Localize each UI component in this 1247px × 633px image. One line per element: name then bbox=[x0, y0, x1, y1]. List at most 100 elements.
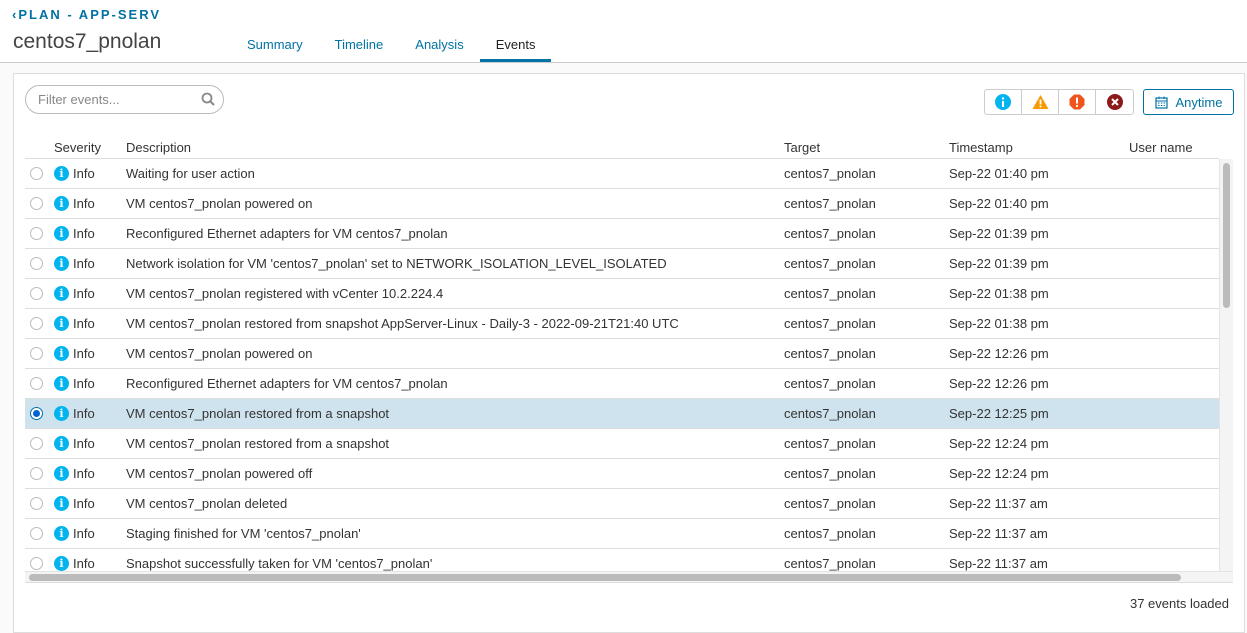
target-cell: centos7_pnolan bbox=[784, 496, 876, 511]
target-cell: centos7_pnolan bbox=[784, 436, 876, 451]
table-row[interactable]: i Info VM centos7_pnolan powered off cen… bbox=[25, 459, 1219, 489]
table-row[interactable]: i Info VM centos7_pnolan deleted centos7… bbox=[25, 489, 1219, 519]
table-row[interactable]: i Info Network isolation for VM 'centos7… bbox=[25, 249, 1219, 279]
filter-error-button[interactable] bbox=[1059, 90, 1096, 114]
column-severity[interactable]: Severity bbox=[54, 140, 101, 155]
filter-events-input[interactable] bbox=[38, 92, 198, 107]
info-icon: i bbox=[54, 436, 69, 451]
timestamp-cell: Sep-22 11:37 am bbox=[949, 526, 1048, 541]
severity-cell: Info bbox=[73, 226, 95, 241]
timestamp-cell: Sep-22 01:40 pm bbox=[949, 196, 1049, 211]
row-radio[interactable] bbox=[30, 197, 43, 210]
column-target[interactable]: Target bbox=[784, 140, 820, 155]
severity-cell: Info bbox=[73, 346, 95, 361]
target-cell: centos7_pnolan bbox=[784, 466, 876, 481]
severity-cell: Info bbox=[73, 526, 95, 541]
column-user-name[interactable]: User name bbox=[1129, 140, 1193, 155]
target-cell: centos7_pnolan bbox=[784, 316, 876, 331]
filter-warning-button[interactable] bbox=[1022, 90, 1059, 114]
critical-icon bbox=[1106, 94, 1123, 110]
table-row[interactable]: i Info VM centos7_pnolan restored from a… bbox=[25, 399, 1219, 429]
column-description[interactable]: Description bbox=[126, 140, 191, 155]
info-icon: i bbox=[54, 316, 69, 331]
info-icon: i bbox=[54, 466, 69, 481]
severity-cell: Info bbox=[73, 166, 95, 181]
table-row[interactable]: i Info VM centos7_pnolan restored from a… bbox=[25, 429, 1219, 459]
tab-analysis[interactable]: Analysis bbox=[399, 30, 479, 62]
row-radio[interactable] bbox=[30, 557, 43, 570]
table-body: i Info Waiting for user action centos7_p… bbox=[25, 159, 1219, 571]
timestamp-cell: Sep-22 12:25 pm bbox=[949, 406, 1049, 421]
target-cell: centos7_pnolan bbox=[784, 346, 876, 361]
description-cell: Network isolation for VM 'centos7_pnolan… bbox=[126, 256, 667, 271]
table-row[interactable]: i Info Reconfigured Ethernet adapters fo… bbox=[25, 369, 1219, 399]
timestamp-cell: Sep-22 12:26 pm bbox=[949, 346, 1049, 361]
severity-cell: Info bbox=[73, 316, 95, 331]
description-cell: Waiting for user action bbox=[126, 166, 255, 181]
row-radio[interactable] bbox=[30, 407, 43, 420]
row-radio[interactable] bbox=[30, 497, 43, 510]
table-row[interactable]: i Info VM centos7_pnolan powered on cent… bbox=[25, 339, 1219, 369]
back-link[interactable]: ‹PLAN - APP-SERV bbox=[12, 7, 161, 22]
row-radio[interactable] bbox=[30, 467, 43, 480]
table-row[interactable]: i Info Snapshot successfully taken for V… bbox=[25, 549, 1219, 571]
anytime-button[interactable]: Anytime bbox=[1143, 89, 1234, 115]
row-radio[interactable] bbox=[30, 377, 43, 390]
severity-cell: Info bbox=[73, 496, 95, 511]
target-cell: centos7_pnolan bbox=[784, 376, 876, 391]
description-cell: VM centos7_pnolan restored from a snapsh… bbox=[126, 436, 390, 451]
severity-cell: Info bbox=[73, 466, 95, 481]
scroll-thumb[interactable] bbox=[29, 574, 1181, 581]
row-radio[interactable] bbox=[30, 437, 43, 450]
description-cell: Reconfigured Ethernet adapters for VM ce… bbox=[126, 226, 448, 241]
horizontal-scrollbar[interactable] bbox=[25, 571, 1233, 583]
tab-summary[interactable]: Summary bbox=[231, 30, 319, 62]
description-cell: VM centos7_pnolan registered with vCente… bbox=[126, 286, 444, 301]
info-icon: i bbox=[54, 526, 69, 541]
scroll-thumb[interactable] bbox=[1223, 163, 1230, 308]
events-count: 37 events loaded bbox=[1129, 596, 1229, 611]
table-row[interactable]: i Info Staging finished for VM 'centos7_… bbox=[25, 519, 1219, 549]
target-cell: centos7_pnolan bbox=[784, 286, 876, 301]
events-panel: Anytime Severity Description Target Time… bbox=[13, 73, 1245, 633]
severity-cell: Info bbox=[73, 286, 95, 301]
table-row[interactable]: i Info Reconfigured Ethernet adapters fo… bbox=[25, 219, 1219, 249]
row-radio[interactable] bbox=[30, 317, 43, 330]
info-icon: i bbox=[54, 496, 69, 511]
filter-critical-button[interactable] bbox=[1096, 90, 1133, 114]
description-cell: VM centos7_pnolan powered on bbox=[126, 196, 313, 211]
column-timestamp[interactable]: Timestamp bbox=[949, 140, 1013, 155]
filter-info-button[interactable] bbox=[985, 90, 1022, 114]
back-label: PLAN - APP-SERV bbox=[18, 7, 162, 22]
row-radio[interactable] bbox=[30, 257, 43, 270]
severity-cell: Info bbox=[73, 256, 95, 271]
row-radio[interactable] bbox=[30, 287, 43, 300]
table-row[interactable]: i Info VM centos7_pnolan registered with… bbox=[25, 279, 1219, 309]
row-radio[interactable] bbox=[30, 227, 43, 240]
table-row[interactable]: i Info Waiting for user action centos7_p… bbox=[25, 159, 1219, 189]
error-icon bbox=[1069, 94, 1085, 110]
target-cell: centos7_pnolan bbox=[784, 526, 876, 541]
row-radio[interactable] bbox=[30, 167, 43, 180]
target-cell: centos7_pnolan bbox=[784, 556, 876, 571]
tab-timeline[interactable]: Timeline bbox=[319, 30, 400, 62]
table-row[interactable]: i Info VM centos7_pnolan powered on cent… bbox=[25, 189, 1219, 219]
description-cell: VM centos7_pnolan restored from snapshot… bbox=[126, 316, 679, 331]
description-cell: VM centos7_pnolan restored from a snapsh… bbox=[126, 406, 390, 421]
severity-filter-group bbox=[984, 89, 1134, 115]
severity-cell: Info bbox=[73, 376, 95, 391]
info-icon: i bbox=[54, 196, 69, 211]
search-icon[interactable] bbox=[201, 92, 215, 111]
filter-search bbox=[25, 85, 224, 114]
tab-events[interactable]: Events bbox=[479, 30, 552, 62]
target-cell: centos7_pnolan bbox=[784, 196, 876, 211]
row-radio[interactable] bbox=[30, 527, 43, 540]
vertical-scrollbar[interactable] bbox=[1219, 159, 1233, 571]
warning-icon bbox=[1032, 95, 1048, 109]
row-radio[interactable] bbox=[30, 347, 43, 360]
info-icon: i bbox=[54, 346, 69, 361]
description-cell: Reconfigured Ethernet adapters for VM ce… bbox=[126, 376, 448, 391]
events-table: Severity Description Target Timestamp Us… bbox=[25, 140, 1233, 583]
target-cell: centos7_pnolan bbox=[784, 406, 876, 421]
table-row[interactable]: i Info VM centos7_pnolan restored from s… bbox=[25, 309, 1219, 339]
